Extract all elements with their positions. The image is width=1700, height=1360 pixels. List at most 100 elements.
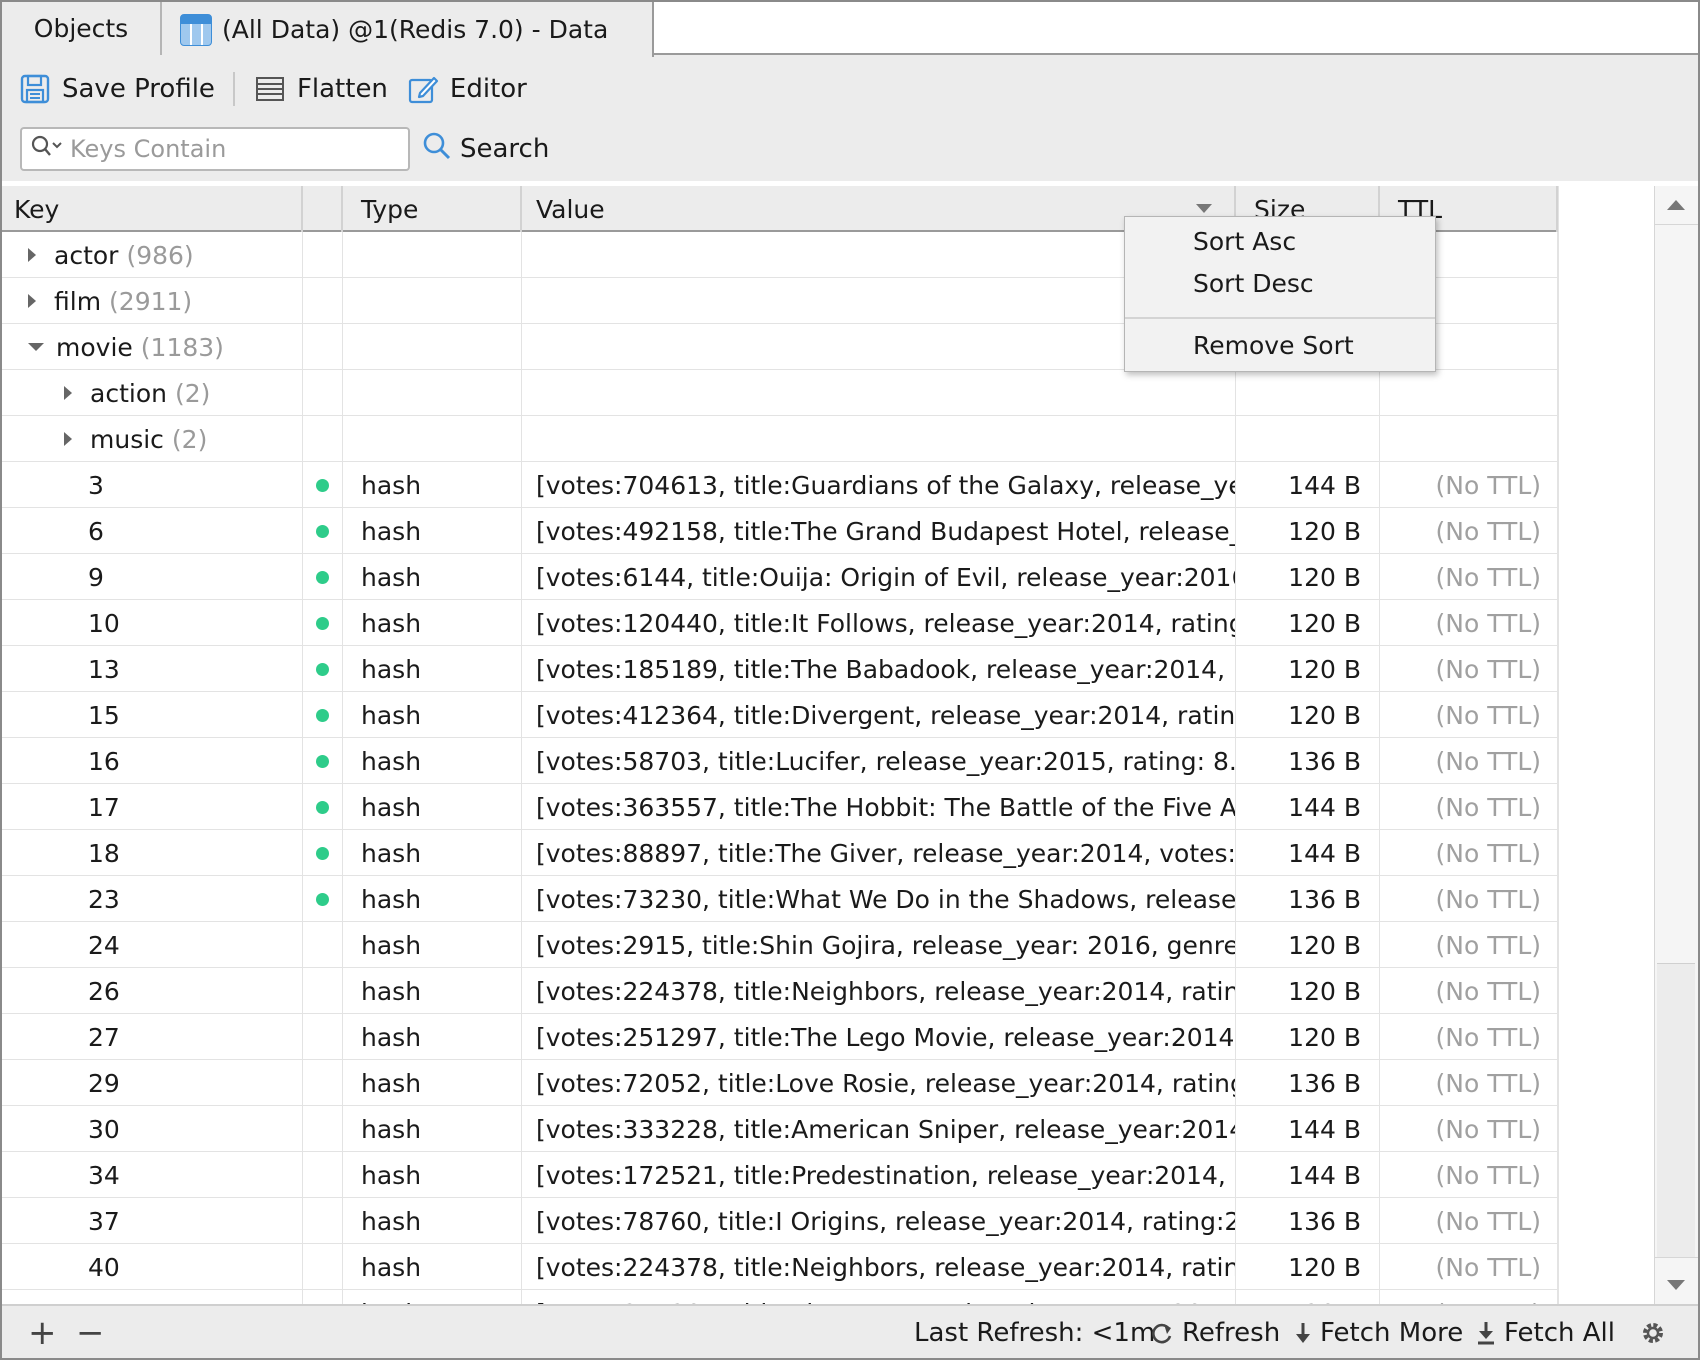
column-header-status[interactable] xyxy=(303,186,343,232)
refresh-button[interactable]: Refresh xyxy=(1150,1306,1280,1358)
fetch-all-button[interactable]: Fetch All xyxy=(1476,1306,1615,1358)
value-cell[interactable]: [votes:6144, title:Ouija: Origin of Evil… xyxy=(522,554,1236,600)
group-row[interactable]: action (2) xyxy=(2,370,1558,416)
column-menu-arrow-icon[interactable] xyxy=(1196,204,1212,213)
key-cell[interactable]: 3 xyxy=(2,462,303,508)
key-cell[interactable]: 26 xyxy=(2,968,303,1014)
key-cell[interactable]: 29 xyxy=(2,1060,303,1106)
key-cell[interactable]: film (2911) xyxy=(2,278,303,324)
table-row[interactable]: 15 hash [votes:412364, title:Divergent, re… xyxy=(2,692,1558,738)
key-cell[interactable]: actor (986) xyxy=(2,232,303,278)
table-row[interactable]: 40 hash [votes:224378, title:Neighbors, re… xyxy=(2,1244,1558,1290)
scroll-track[interactable] xyxy=(1655,224,1698,1258)
settings-gear-icon[interactable] xyxy=(1640,1306,1666,1358)
table-row[interactable]: 41 hash[votes:251297, title:The Lego Movi… xyxy=(2,1290,1558,1304)
key-cell[interactable]: music (2) xyxy=(2,416,303,462)
table-row[interactable]: 10 hash [votes:120440, title:It Follows, r… xyxy=(2,600,1558,646)
expand-arrow-icon[interactable] xyxy=(28,294,36,308)
table-row[interactable]: 16 hash [votes:58703, title:Lucifer, relea… xyxy=(2,738,1558,784)
table-row[interactable]: 24 hash [votes:2915, title:Shin Gojira, re… xyxy=(2,922,1558,968)
key-cell[interactable]: 18 xyxy=(2,830,303,876)
scroll-down-icon[interactable] xyxy=(1667,1280,1685,1290)
save-icon xyxy=(18,72,52,106)
table-row[interactable]: 3 hash [votes:704613, title:Guardians of t… xyxy=(2,462,1558,508)
fetch-more-button[interactable]: Fetch More xyxy=(1294,1306,1463,1358)
value-cell[interactable]: [votes:224378, title:Neighbors, release_… xyxy=(522,968,1236,1014)
menu-item-sort-desc[interactable]: Sort Desc xyxy=(1193,263,1314,303)
value-cell[interactable]: [votes:172521, title:Predestination, rel… xyxy=(522,1152,1236,1198)
table-row[interactable]: 29 hash [votes:72052, title:Love Rosie, re… xyxy=(2,1060,1558,1106)
save-profile-button[interactable]: Save Profile xyxy=(18,69,215,109)
key-cell[interactable]: 40 xyxy=(2,1244,303,1290)
key-cell[interactable]: 6 xyxy=(2,508,303,554)
table-row[interactable]: 17 hash [votes:363557, title:The Hobbit: T… xyxy=(2,784,1558,830)
key-cell[interactable]: 27 xyxy=(2,1014,303,1060)
key-cell[interactable]: 13 xyxy=(2,646,303,692)
value-cell[interactable]: [votes:72052, title:Love Rosie, release_… xyxy=(522,1060,1236,1106)
table-row[interactable]: 26 hash [votes:224378, title:Neighbors, re… xyxy=(2,968,1558,1014)
editor-button[interactable]: Editor xyxy=(406,69,527,109)
delete-key-button[interactable]: − xyxy=(76,1306,105,1358)
menu-item-remove-sort[interactable]: Remove Sort xyxy=(1193,325,1354,365)
table-row[interactable]: 6 hash [votes:492158, title:The Grand Buda… xyxy=(2,508,1558,554)
key-cell[interactable]: action (2) xyxy=(2,370,303,416)
value-cell[interactable]: [votes:412364, title:Divergent, release_… xyxy=(522,692,1236,738)
table-row[interactable]: 13 hash [votes:185189, title:The Babadook,… xyxy=(2,646,1558,692)
key-cell[interactable]: 37 xyxy=(2,1198,303,1244)
column-header-key[interactable]: Key xyxy=(2,186,303,232)
ttl-cell: (No TTL) xyxy=(1380,830,1558,876)
table-row[interactable]: 37 hash [votes:78760, title:I Origins, rel… xyxy=(2,1198,1558,1244)
key-cell[interactable]: 23 xyxy=(2,876,303,922)
key-cell[interactable]: 15 xyxy=(2,692,303,738)
group-row[interactable]: music (2) xyxy=(2,416,1558,462)
status-dot-icon xyxy=(316,800,329,814)
value-cell[interactable]: [votes:88897, title:The Giver, release_y… xyxy=(522,830,1236,876)
scroll-thumb[interactable] xyxy=(1657,963,1695,1257)
value-cell[interactable]: [votes:492158, title:The Grand Budapest … xyxy=(522,508,1236,554)
value-cell[interactable]: [votes:185189, title:The Babadook, relea… xyxy=(522,646,1236,692)
table-row[interactable]: 9 hash [votes:6144, title:Ouija: Origin of… xyxy=(2,554,1558,600)
value-cell[interactable]: [votes:363557, title:The Hobbit: The Bat… xyxy=(522,784,1236,830)
key-cell[interactable]: 41 xyxy=(2,1290,303,1304)
expand-arrow-icon[interactable] xyxy=(64,386,72,400)
value-cell[interactable]: [votes:224378, title:Neighbors, release_… xyxy=(522,1244,1236,1290)
search-filter-icon[interactable] xyxy=(30,134,64,164)
expand-arrow-icon[interactable] xyxy=(64,432,72,446)
value-cell[interactable]: [votes:78760, title:I Origins, release_y… xyxy=(522,1198,1236,1244)
menu-item-sort-asc[interactable]: Sort Asc xyxy=(1193,221,1296,261)
column-header-type[interactable]: Type xyxy=(343,186,522,232)
add-key-button[interactable]: + xyxy=(28,1306,57,1358)
vertical-scrollbar[interactable] xyxy=(1654,186,1698,1304)
value-cell[interactable]: [votes:58703, title:Lucifer, release_yea… xyxy=(522,738,1236,784)
search-input[interactable] xyxy=(70,135,390,163)
search-button[interactable]: Search xyxy=(422,127,549,171)
value-cell[interactable]: [votes:251297, title:The Lego Movie, rel… xyxy=(522,1014,1236,1060)
value-cell[interactable]: [votes:2915, title:Shin Gojira, release_… xyxy=(522,922,1236,968)
key-cell[interactable]: 17 xyxy=(2,784,303,830)
table-row[interactable]: 27 hash [votes:251297, title:The Lego Movi… xyxy=(2,1014,1558,1060)
table-row[interactable]: 23 hash [votes:73230, title:What We Do in … xyxy=(2,876,1558,922)
key-cell[interactable]: 16 xyxy=(2,738,303,784)
key-cell[interactable]: 30 xyxy=(2,1106,303,1152)
scroll-up-icon[interactable] xyxy=(1667,200,1685,210)
table-row[interactable]: 30 hash [votes:333228, title:American Snip… xyxy=(2,1106,1558,1152)
flatten-button[interactable]: Flatten xyxy=(253,69,388,109)
key-cell[interactable]: movie (1183) xyxy=(2,324,303,370)
ttl-cell: (No TTL) xyxy=(1380,784,1558,830)
key-cell[interactable]: 24 xyxy=(2,922,303,968)
search-field[interactable] xyxy=(20,127,410,171)
table-row[interactable]: 34 hash [votes:172521, title:Predestinatio… xyxy=(2,1152,1558,1198)
key-cell[interactable]: 9 xyxy=(2,554,303,600)
table-row[interactable]: 18 hash [votes:88897, title:The Giver, rel… xyxy=(2,830,1558,876)
collapse-arrow-icon[interactable] xyxy=(28,343,44,351)
value-cell[interactable]: [votes:120440, title:It Follows, release… xyxy=(522,600,1236,646)
value-cell[interactable]: [votes:704613, title:Guardians of the Ga… xyxy=(522,462,1236,508)
tab-objects[interactable]: Objects xyxy=(2,2,162,55)
value-cell[interactable]: [votes:333228, title:American Sniper, re… xyxy=(522,1106,1236,1152)
value-cell[interactable]: [votes:251297, title:The Lego Movie, rel… xyxy=(522,1290,1236,1304)
value-cell[interactable]: [votes:73230, title:What We Do in the Sh… xyxy=(522,876,1236,922)
tab-data[interactable]: (All Data) @1(Redis 7.0) - Data xyxy=(162,2,654,57)
key-cell[interactable]: 34 xyxy=(2,1152,303,1198)
key-cell[interactable]: 10 xyxy=(2,600,303,646)
expand-arrow-icon[interactable] xyxy=(28,248,36,262)
